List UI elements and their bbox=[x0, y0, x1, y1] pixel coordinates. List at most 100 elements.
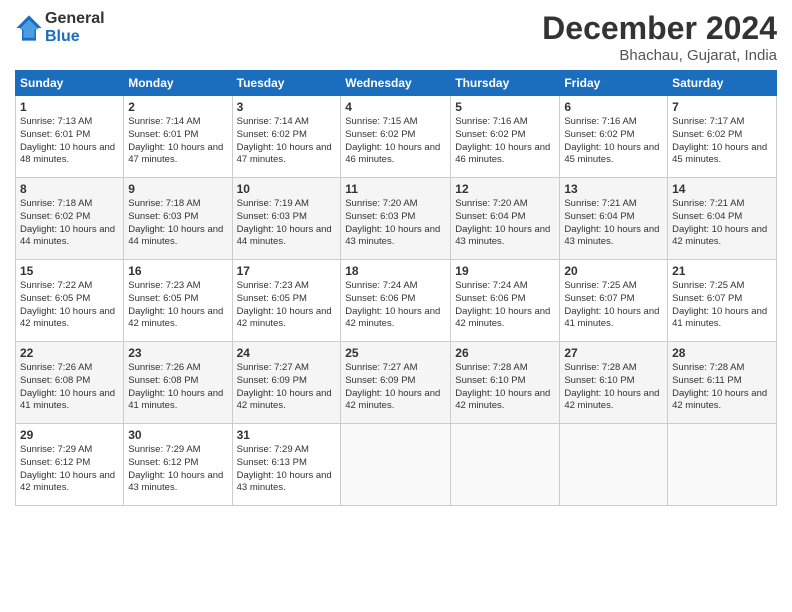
day-number: 24 bbox=[237, 346, 337, 360]
calendar-header-tuesday: Tuesday bbox=[232, 71, 341, 96]
calendar-cell: 13 Sunrise: 7:21 AMSunset: 6:04 PMDaylig… bbox=[560, 178, 668, 260]
day-info: Sunrise: 7:20 AMSunset: 6:03 PMDaylight:… bbox=[345, 198, 440, 247]
day-info: Sunrise: 7:28 AMSunset: 6:10 PMDaylight:… bbox=[455, 362, 550, 411]
day-info: Sunrise: 7:23 AMSunset: 6:05 PMDaylight:… bbox=[237, 280, 332, 329]
calendar-cell: 4 Sunrise: 7:15 AMSunset: 6:02 PMDayligh… bbox=[341, 96, 451, 178]
day-number: 30 bbox=[128, 428, 227, 442]
calendar-header-saturday: Saturday bbox=[668, 71, 777, 96]
day-info: Sunrise: 7:25 AMSunset: 6:07 PMDaylight:… bbox=[672, 280, 767, 329]
day-number: 11 bbox=[345, 182, 446, 196]
day-info: Sunrise: 7:27 AMSunset: 6:09 PMDaylight:… bbox=[345, 362, 440, 411]
calendar-cell: 3 Sunrise: 7:14 AMSunset: 6:02 PMDayligh… bbox=[232, 96, 341, 178]
day-info: Sunrise: 7:24 AMSunset: 6:06 PMDaylight:… bbox=[345, 280, 440, 329]
calendar-table: SundayMondayTuesdayWednesdayThursdayFrid… bbox=[15, 70, 777, 506]
calendar-cell: 14 Sunrise: 7:21 AMSunset: 6:04 PMDaylig… bbox=[668, 178, 777, 260]
day-info: Sunrise: 7:29 AMSunset: 6:12 PMDaylight:… bbox=[128, 444, 223, 493]
day-number: 1 bbox=[20, 100, 119, 114]
day-info: Sunrise: 7:28 AMSunset: 6:10 PMDaylight:… bbox=[564, 362, 659, 411]
calendar-cell: 27 Sunrise: 7:28 AMSunset: 6:10 PMDaylig… bbox=[560, 342, 668, 424]
calendar-cell bbox=[668, 424, 777, 506]
calendar-cell: 7 Sunrise: 7:17 AMSunset: 6:02 PMDayligh… bbox=[668, 96, 777, 178]
title-block: December 2024 Bhachau, Gujarat, India bbox=[542, 10, 777, 64]
calendar-cell: 23 Sunrise: 7:26 AMSunset: 6:08 PMDaylig… bbox=[124, 342, 232, 424]
day-number: 28 bbox=[672, 346, 772, 360]
calendar-week-3: 15 Sunrise: 7:22 AMSunset: 6:05 PMDaylig… bbox=[16, 260, 777, 342]
calendar-week-4: 22 Sunrise: 7:26 AMSunset: 6:08 PMDaylig… bbox=[16, 342, 777, 424]
calendar-cell: 31 Sunrise: 7:29 AMSunset: 6:13 PMDaylig… bbox=[232, 424, 341, 506]
calendar-cell bbox=[341, 424, 451, 506]
day-number: 31 bbox=[237, 428, 337, 442]
day-info: Sunrise: 7:29 AMSunset: 6:12 PMDaylight:… bbox=[20, 444, 115, 493]
calendar-cell: 6 Sunrise: 7:16 AMSunset: 6:02 PMDayligh… bbox=[560, 96, 668, 178]
day-number: 26 bbox=[455, 346, 555, 360]
day-info: Sunrise: 7:13 AMSunset: 6:01 PMDaylight:… bbox=[20, 116, 115, 165]
day-number: 25 bbox=[345, 346, 446, 360]
day-info: Sunrise: 7:18 AMSunset: 6:03 PMDaylight:… bbox=[128, 198, 223, 247]
page-container: General Blue December 2024 Bhachau, Guja… bbox=[0, 0, 792, 516]
day-info: Sunrise: 7:16 AMSunset: 6:02 PMDaylight:… bbox=[455, 116, 550, 165]
day-info: Sunrise: 7:21 AMSunset: 6:04 PMDaylight:… bbox=[672, 198, 767, 247]
calendar-cell: 19 Sunrise: 7:24 AMSunset: 6:06 PMDaylig… bbox=[451, 260, 560, 342]
day-number: 19 bbox=[455, 264, 555, 278]
calendar-cell: 18 Sunrise: 7:24 AMSunset: 6:06 PMDaylig… bbox=[341, 260, 451, 342]
calendar-cell: 22 Sunrise: 7:26 AMSunset: 6:08 PMDaylig… bbox=[16, 342, 124, 424]
day-info: Sunrise: 7:17 AMSunset: 6:02 PMDaylight:… bbox=[672, 116, 767, 165]
calendar-header-friday: Friday bbox=[560, 71, 668, 96]
calendar-cell: 11 Sunrise: 7:20 AMSunset: 6:03 PMDaylig… bbox=[341, 178, 451, 260]
calendar-cell: 15 Sunrise: 7:22 AMSunset: 6:05 PMDaylig… bbox=[16, 260, 124, 342]
day-info: Sunrise: 7:18 AMSunset: 6:02 PMDaylight:… bbox=[20, 198, 115, 247]
day-number: 29 bbox=[20, 428, 119, 442]
day-number: 9 bbox=[128, 182, 227, 196]
day-number: 23 bbox=[128, 346, 227, 360]
calendar-cell: 26 Sunrise: 7:28 AMSunset: 6:10 PMDaylig… bbox=[451, 342, 560, 424]
calendar-cell: 12 Sunrise: 7:20 AMSunset: 6:04 PMDaylig… bbox=[451, 178, 560, 260]
day-info: Sunrise: 7:28 AMSunset: 6:11 PMDaylight:… bbox=[672, 362, 767, 411]
calendar-week-2: 8 Sunrise: 7:18 AMSunset: 6:02 PMDayligh… bbox=[16, 178, 777, 260]
day-info: Sunrise: 7:25 AMSunset: 6:07 PMDaylight:… bbox=[564, 280, 659, 329]
calendar-cell: 1 Sunrise: 7:13 AMSunset: 6:01 PMDayligh… bbox=[16, 96, 124, 178]
calendar-cell: 17 Sunrise: 7:23 AMSunset: 6:05 PMDaylig… bbox=[232, 260, 341, 342]
day-number: 15 bbox=[20, 264, 119, 278]
day-number: 12 bbox=[455, 182, 555, 196]
header: General Blue December 2024 Bhachau, Guja… bbox=[15, 10, 777, 64]
logo-text: General Blue bbox=[45, 10, 105, 46]
calendar-cell: 21 Sunrise: 7:25 AMSunset: 6:07 PMDaylig… bbox=[668, 260, 777, 342]
day-number: 14 bbox=[672, 182, 772, 196]
calendar-cell: 29 Sunrise: 7:29 AMSunset: 6:12 PMDaylig… bbox=[16, 424, 124, 506]
logo: General Blue bbox=[15, 10, 105, 46]
calendar-header-sunday: Sunday bbox=[16, 71, 124, 96]
day-info: Sunrise: 7:24 AMSunset: 6:06 PMDaylight:… bbox=[455, 280, 550, 329]
month-title: December 2024 bbox=[542, 10, 777, 47]
logo-icon bbox=[15, 14, 43, 42]
day-info: Sunrise: 7:14 AMSunset: 6:01 PMDaylight:… bbox=[128, 116, 223, 165]
day-number: 5 bbox=[455, 100, 555, 114]
day-number: 16 bbox=[128, 264, 227, 278]
location: Bhachau, Gujarat, India bbox=[542, 47, 777, 64]
calendar-cell bbox=[560, 424, 668, 506]
day-number: 21 bbox=[672, 264, 772, 278]
calendar-cell: 5 Sunrise: 7:16 AMSunset: 6:02 PMDayligh… bbox=[451, 96, 560, 178]
calendar-cell: 9 Sunrise: 7:18 AMSunset: 6:03 PMDayligh… bbox=[124, 178, 232, 260]
day-number: 22 bbox=[20, 346, 119, 360]
day-info: Sunrise: 7:26 AMSunset: 6:08 PMDaylight:… bbox=[128, 362, 223, 411]
day-number: 10 bbox=[237, 182, 337, 196]
calendar-header-monday: Monday bbox=[124, 71, 232, 96]
calendar-week-1: 1 Sunrise: 7:13 AMSunset: 6:01 PMDayligh… bbox=[16, 96, 777, 178]
day-number: 17 bbox=[237, 264, 337, 278]
day-number: 7 bbox=[672, 100, 772, 114]
day-info: Sunrise: 7:21 AMSunset: 6:04 PMDaylight:… bbox=[564, 198, 659, 247]
day-info: Sunrise: 7:22 AMSunset: 6:05 PMDaylight:… bbox=[20, 280, 115, 329]
day-info: Sunrise: 7:27 AMSunset: 6:09 PMDaylight:… bbox=[237, 362, 332, 411]
calendar-cell bbox=[451, 424, 560, 506]
calendar-header-thursday: Thursday bbox=[451, 71, 560, 96]
day-number: 6 bbox=[564, 100, 663, 114]
day-info: Sunrise: 7:20 AMSunset: 6:04 PMDaylight:… bbox=[455, 198, 550, 247]
calendar-cell: 16 Sunrise: 7:23 AMSunset: 6:05 PMDaylig… bbox=[124, 260, 232, 342]
calendar-cell: 2 Sunrise: 7:14 AMSunset: 6:01 PMDayligh… bbox=[124, 96, 232, 178]
day-number: 3 bbox=[237, 100, 337, 114]
calendar-week-5: 29 Sunrise: 7:29 AMSunset: 6:12 PMDaylig… bbox=[16, 424, 777, 506]
day-info: Sunrise: 7:15 AMSunset: 6:02 PMDaylight:… bbox=[345, 116, 440, 165]
day-info: Sunrise: 7:29 AMSunset: 6:13 PMDaylight:… bbox=[237, 444, 332, 493]
calendar-cell: 25 Sunrise: 7:27 AMSunset: 6:09 PMDaylig… bbox=[341, 342, 451, 424]
calendar-cell: 28 Sunrise: 7:28 AMSunset: 6:11 PMDaylig… bbox=[668, 342, 777, 424]
